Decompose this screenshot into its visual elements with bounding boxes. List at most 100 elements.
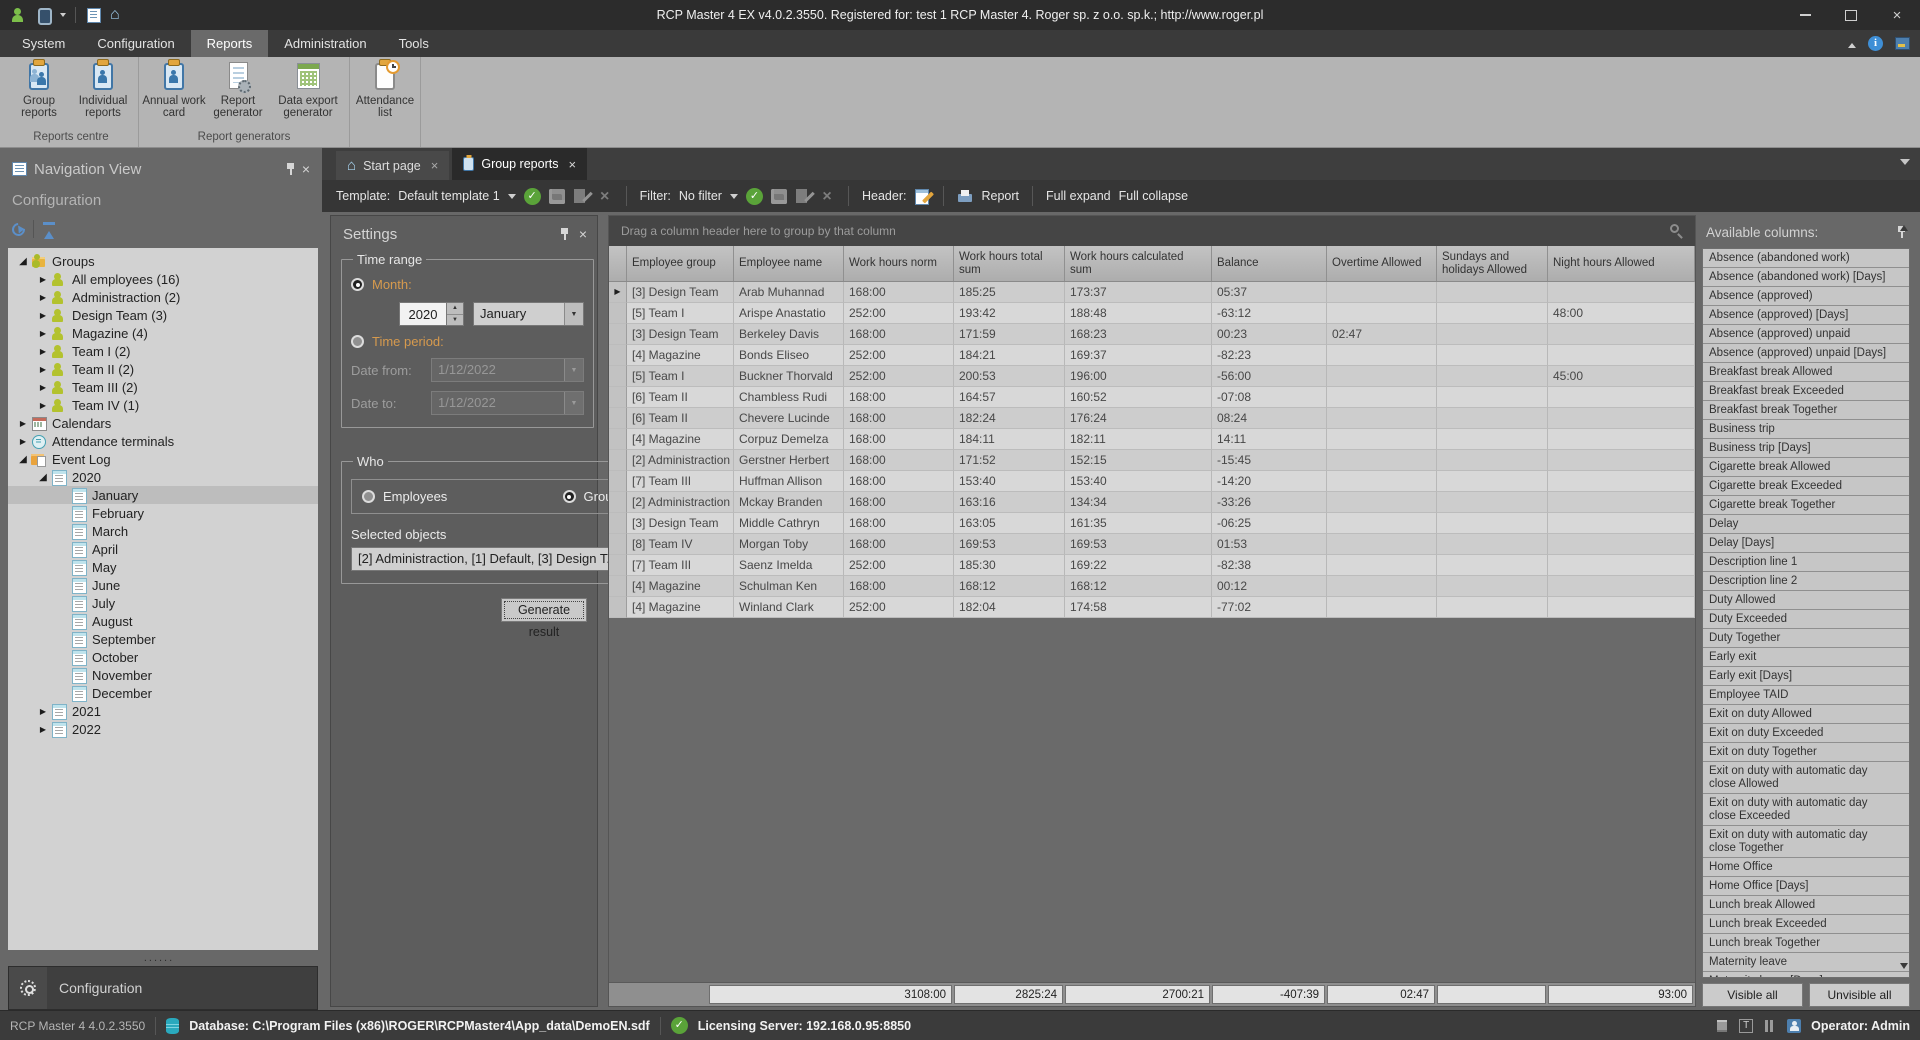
apply-template-icon[interactable] (524, 188, 541, 205)
employees-radio-row[interactable]: Employees (362, 489, 563, 504)
row-selector[interactable] (609, 345, 627, 366)
close-button[interactable] (1874, 0, 1920, 30)
tree-item-attendance-terminals[interactable]: Attendance terminals (8, 432, 318, 450)
collapsed-arrow-icon[interactable] (36, 707, 50, 716)
grid-row[interactable]: [4] MagazineSchulman Ken168:00168:12168:… (609, 576, 1695, 597)
save-template-icon[interactable] (549, 189, 565, 204)
available-column-item[interactable]: Cigarette break Together (1703, 496, 1909, 515)
tree-item-2020[interactable]: 2020 (8, 468, 318, 486)
grid-row[interactable]: [2] AdministractionMckay Branden168:0016… (609, 492, 1695, 513)
chevron-down-icon[interactable] (730, 194, 738, 203)
tree-item-all-employees-16[interactable]: All employees (16) (8, 270, 318, 288)
column-header-employee-group[interactable]: Employee group (627, 246, 734, 281)
column-header-balance[interactable]: Balance (1212, 246, 1327, 281)
collapsed-arrow-icon[interactable] (36, 725, 50, 734)
print-icon[interactable] (957, 189, 973, 204)
groups-radio[interactable] (563, 490, 576, 503)
tree-item-calendars[interactable]: Calendars (8, 414, 318, 432)
available-column-item[interactable]: Absence (abandoned work) [Days] (1703, 268, 1909, 287)
template-dropdown[interactable]: Default template 1 (398, 189, 499, 203)
month-select[interactable]: January (473, 302, 584, 326)
close-icon[interactable] (568, 157, 576, 172)
operator-icon[interactable] (10, 7, 26, 23)
tree-item-july[interactable]: July (8, 594, 318, 612)
available-column-item[interactable]: Exit on duty Exceeded (1703, 724, 1909, 743)
row-selector[interactable] (609, 303, 627, 324)
available-column-item[interactable]: Absence (abandoned work) (1703, 249, 1909, 268)
tree-item-design-team-3[interactable]: Design Team (3) (8, 306, 318, 324)
tree-item-event-log[interactable]: Event Log (8, 450, 318, 468)
visible-all-button[interactable]: Visible all (1702, 983, 1803, 1007)
available-column-item[interactable]: Lunch break Exceeded (1703, 915, 1909, 934)
dropdown-arrow-icon[interactable] (564, 303, 583, 325)
collapsed-arrow-icon[interactable] (36, 347, 50, 356)
grid-row[interactable]: [4] MagazineWinland Clark252:00182:04174… (609, 597, 1695, 618)
tree-item-june[interactable]: June (8, 576, 318, 594)
available-column-item[interactable]: Description line 2 (1703, 572, 1909, 591)
date-from-field[interactable]: 1/12/2022 (431, 358, 584, 382)
tree-item-magazine-4[interactable]: Magazine (4) (8, 324, 318, 342)
available-column-item[interactable]: Description line 1 (1703, 553, 1909, 572)
tab-start-page[interactable]: Start page (336, 151, 449, 180)
search-icon[interactable] (1670, 224, 1679, 233)
date-to-field[interactable]: 1/12/2022 (431, 391, 584, 415)
available-column-item[interactable]: Absence (approved) unpaid (1703, 325, 1909, 344)
generate-result-button[interactable]: Generate result (501, 598, 587, 622)
available-column-item[interactable]: Home Office [Days] (1703, 877, 1909, 896)
tree-item-team-iii-2[interactable]: Team III (2) (8, 378, 318, 396)
refresh-icon[interactable] (9, 220, 27, 238)
row-selector[interactable] (609, 429, 627, 450)
grid-row[interactable]: [8] Team IVMorgan Toby168:00169:53169:53… (609, 534, 1695, 555)
navigation-view-icon[interactable] (85, 7, 101, 23)
available-column-item[interactable]: Business trip [Days] (1703, 439, 1909, 458)
row-selector[interactable] (609, 534, 627, 555)
row-selector[interactable] (609, 576, 627, 597)
employees-radio[interactable] (362, 490, 375, 503)
grid-row[interactable]: [5] Team IArispe Anastatio252:00193:4218… (609, 303, 1695, 324)
filter-dropdown[interactable]: No filter (679, 189, 722, 203)
tree-item-team-ii-2[interactable]: Team II (2) (8, 360, 318, 378)
available-column-item[interactable]: Delay [Days] (1703, 534, 1909, 553)
tree-item-2022[interactable]: 2022 (8, 720, 318, 738)
available-column-item[interactable]: Early exit (1703, 648, 1909, 667)
tree-item-2021[interactable]: 2021 (8, 702, 318, 720)
time-period-radio-row[interactable]: Time period: (351, 334, 584, 349)
grid-row[interactable]: [7] Team IIISaenz Imelda252:00185:30169:… (609, 555, 1695, 576)
available-column-item[interactable]: Lunch break Allowed (1703, 896, 1909, 915)
available-column-item[interactable]: Exit on duty with automatic day close To… (1703, 826, 1909, 858)
row-selector[interactable] (609, 324, 627, 345)
row-selector[interactable] (609, 408, 627, 429)
collapsed-arrow-icon[interactable] (36, 293, 50, 302)
home-icon[interactable] (110, 7, 126, 23)
collapsed-arrow-icon[interactable] (36, 311, 50, 320)
column-header-sundays-and-holidays-allowed[interactable]: Sundays and holidays Allowed (1437, 246, 1548, 281)
tree-item-january[interactable]: January (8, 486, 318, 504)
grid-row[interactable]: [6] Team IIChevere Lucinde168:00182:2417… (609, 408, 1695, 429)
log-icon[interactable] (1715, 1019, 1729, 1033)
row-selector[interactable] (609, 387, 627, 408)
save-filter-icon[interactable] (771, 189, 787, 204)
available-column-item[interactable]: Absence (approved) unpaid [Days] (1703, 344, 1909, 363)
collapsed-arrow-icon[interactable] (16, 419, 30, 428)
available-column-item[interactable]: Duty Allowed (1703, 591, 1909, 610)
available-column-item[interactable]: Absence (approved) [Days] (1703, 306, 1909, 325)
tab-group-reports[interactable]: Group reports (452, 148, 587, 180)
edit-header-icon[interactable] (914, 189, 930, 204)
card-icon[interactable] (35, 7, 51, 23)
available-column-item[interactable]: Delay (1703, 515, 1909, 534)
tree-item-march[interactable]: March (8, 522, 318, 540)
edit-filter-icon[interactable] (795, 189, 811, 204)
collapse-ribbon-icon[interactable] (1848, 39, 1856, 48)
pin-icon[interactable] (286, 163, 295, 176)
available-column-item[interactable]: Lunch break Together (1703, 934, 1909, 953)
annual-work-card-button[interactable]: Annual work card (142, 57, 206, 130)
grid-row[interactable]: [5] Team IBuckner Thorvald252:00200:5319… (609, 366, 1695, 387)
menu-tab-tools[interactable]: Tools (383, 30, 445, 57)
expanded-arrow-icon[interactable] (16, 256, 30, 267)
available-column-item[interactable]: Maternity leave [Days] (1703, 972, 1909, 978)
close-icon[interactable] (431, 158, 439, 173)
tree-item-december[interactable]: December (8, 684, 318, 702)
report-generator-button[interactable]: Report generator (206, 57, 270, 130)
column-header-work-hours-norm[interactable]: Work hours norm (844, 246, 954, 281)
available-column-item[interactable]: Cigarette break Allowed (1703, 458, 1909, 477)
